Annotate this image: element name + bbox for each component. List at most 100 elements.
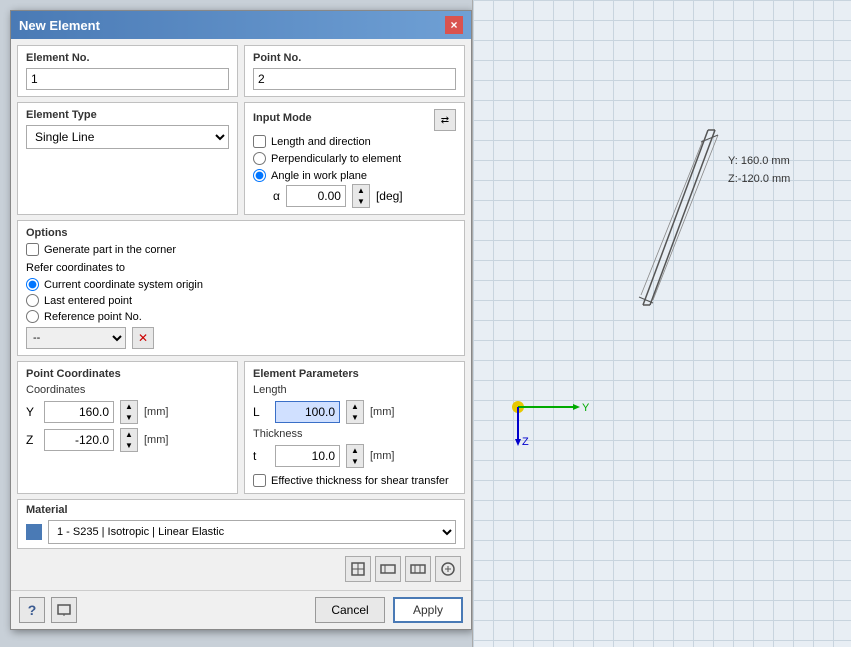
ref-dropdown[interactable]: -- [26,327,126,349]
button-bar: ? Cancel Apply [11,590,471,629]
close-button[interactable]: × [445,16,463,34]
material-section: Material 1 - S235 | Isotropic | Linear E… [17,499,465,549]
length-dir-label: Length and direction [271,136,371,148]
toolbar-btn-1[interactable] [345,556,371,582]
thickness-sublabel: Thickness [253,428,456,440]
refer-current-label: Current coordinate system origin [44,279,203,291]
thickness-input[interactable] [275,445,340,467]
z-coord-spin: ▲ ▼ [120,428,138,452]
alpha-row: α ▲ ▼ [deg] [273,184,456,208]
mid-row: Element Type Single Line Line Surface In… [17,102,465,215]
point-no-label: Point No. [253,52,456,64]
material-select[interactable]: 1 - S235 | Isotropic | Linear Elastic [48,520,456,544]
point-no-panel: Point No. [244,45,465,97]
input-mode-icon-btn[interactable]: ⇄ [434,109,456,131]
btn-bar-left: ? [19,597,77,623]
y-coord-spin: ▲ ▼ [120,400,138,424]
length-input[interactable] [275,401,340,423]
options-panel: Options Generate part in the corner Refe… [17,220,465,356]
bottom-row: Point Coordinates Coordinates Y ▲ ▼ [mm]… [17,361,465,494]
element-type-panel: Element Type Single Line Line Surface [17,102,238,215]
toolbar-btn-3[interactable] [405,556,431,582]
y-spin-down[interactable]: ▼ [121,412,137,423]
angle-radio[interactable] [253,169,266,182]
refer-reference-radio[interactable] [26,310,39,323]
perp-radio[interactable] [253,152,266,165]
angle-label: Angle in work plane [271,170,367,182]
refer-last-item: Last entered point [26,294,456,307]
alpha-input[interactable] [286,185,346,207]
element-params-label: Element Parameters [253,368,456,380]
dialog-title: New Element [19,18,100,33]
refer-section: Refer coordinates to Current coordinate … [26,262,456,349]
thickness-spin-up[interactable]: ▲ [347,445,363,456]
alpha-spin: ▲ ▼ [352,184,370,208]
alpha-label: α [273,189,280,203]
toolbar-btn-2[interactable] [375,556,401,582]
refer-ref-item: Reference point No. [26,310,456,323]
viewport: Y: 160.0 mm Z:-120.0 mm Y Z [472,0,851,647]
y-coord-input[interactable] [44,401,114,423]
effective-row: Effective thickness for shear transfer [253,474,456,487]
toolbar-row [17,554,465,584]
input-mode-radios: Perpendicularly to element Angle in work… [253,152,456,182]
point-no-input[interactable] [253,68,456,90]
svg-text:Y: Y [582,402,590,414]
length-unit: [mm] [370,406,394,418]
z-spin-up[interactable]: ▲ [121,429,137,440]
generate-corner-item: Generate part in the corner [26,243,456,256]
element-type-label: Element Type [26,109,229,121]
length-dir-checkbox[interactable] [253,135,266,148]
btn-bar-right: Cancel Apply [315,597,463,623]
perp-radio-item: Perpendicularly to element [253,152,456,165]
element-params-panel: Element Parameters Length L ▲ ▼ [mm] Thi… [244,361,465,494]
alpha-unit: [deg] [376,189,403,203]
z-axis-label: Z [26,433,38,447]
y-axis-label: Y [26,405,38,419]
top-row: Element No. Point No. [17,45,465,97]
y-spin-up[interactable]: ▲ [121,401,137,412]
title-bar: New Element × [11,11,471,39]
length-dir-item: Length and direction [253,135,456,148]
refer-current-item: Current coordinate system origin [26,278,456,291]
generate-corner-checkbox[interactable] [26,243,39,256]
z-unit: [mm] [144,434,168,446]
thickness-spin: ▲ ▼ [346,444,364,468]
refer-last-label: Last entered point [44,295,132,307]
thickness-unit: [mm] [370,450,394,462]
element-no-input[interactable] [26,68,229,90]
svg-text:Z: Z [522,436,529,447]
input-mode-header: Input Mode ⇄ [253,109,456,131]
length-spin-down[interactable]: ▼ [347,412,363,423]
ref-clear-button[interactable]: ✕ [132,327,154,349]
help-button[interactable]: ? [19,597,45,623]
refer-current-radio[interactable] [26,278,39,291]
material-left: 1 - S235 | Isotropic | Linear Elastic [26,520,456,544]
element-type-select[interactable]: Single Line Line Surface [26,125,229,149]
apply-button[interactable]: Apply [393,597,463,623]
alpha-spin-up[interactable]: ▲ [353,185,369,196]
generate-corner-label: Generate part in the corner [44,244,176,256]
effective-checkbox[interactable] [253,474,266,487]
y-unit: [mm] [144,406,168,418]
length-spin-up[interactable]: ▲ [347,401,363,412]
input-mode-panel: Input Mode ⇄ Length and direction Perpen… [244,102,465,215]
point-coords-panel: Point Coordinates Coordinates Y ▲ ▼ [mm]… [17,361,238,494]
angle-radio-item: Angle in work plane [253,169,456,182]
cancel-button[interactable]: Cancel [315,597,385,623]
effective-label: Effective thickness for shear transfer [271,475,449,487]
perp-label: Perpendicularly to element [271,153,401,165]
z-spin-down[interactable]: ▼ [121,440,137,451]
z-coord-input[interactable] [44,429,114,451]
thickness-spin-down[interactable]: ▼ [347,456,363,467]
toolbar-btn-4[interactable] [435,556,461,582]
thickness-axis-label: t [253,449,269,463]
refer-reference-label: Reference point No. [44,311,142,323]
screen-button[interactable] [51,597,77,623]
length-axis-label: L [253,405,269,419]
refer-last-radio[interactable] [26,294,39,307]
refer-row: -- ✕ [26,327,456,349]
alpha-spin-down[interactable]: ▼ [353,196,369,207]
new-element-dialog: New Element × Element No. Point No. Elem… [10,10,472,630]
element-no-panel: Element No. [17,45,238,97]
